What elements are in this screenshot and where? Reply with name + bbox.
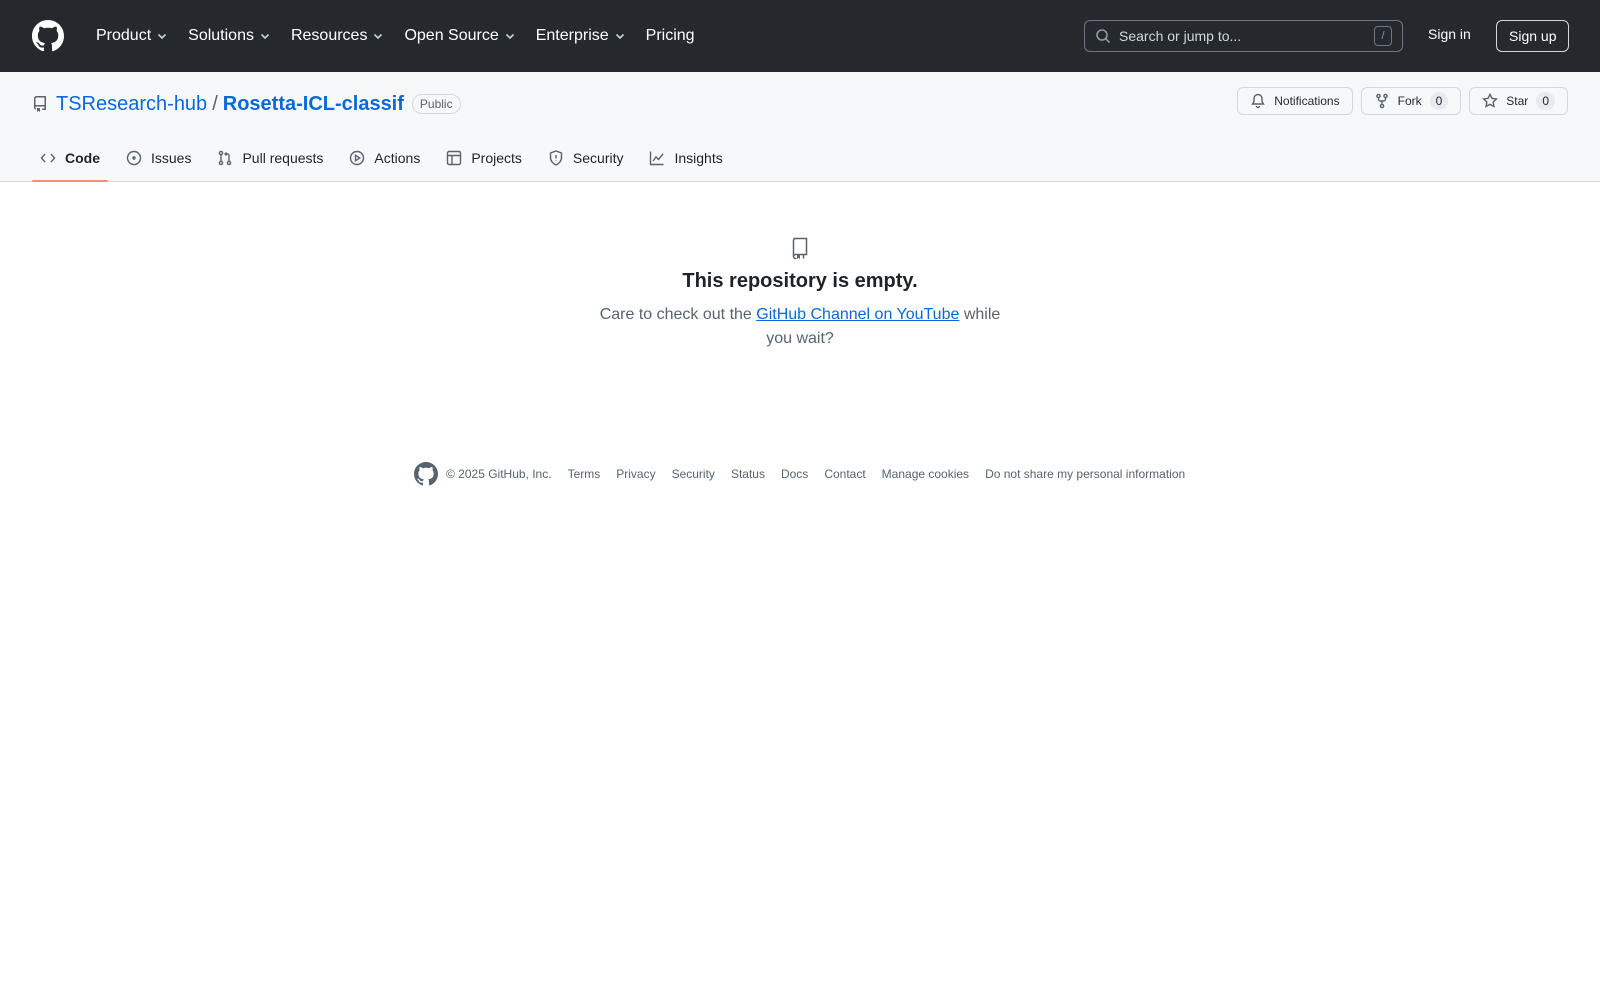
tab-code[interactable]: Code bbox=[32, 134, 108, 182]
repo-name-link[interactable]: Rosetta-ICL-classif bbox=[223, 93, 404, 116]
tab-pull-requests[interactable]: Pull requests bbox=[209, 134, 331, 182]
footer-link-contact[interactable]: Contact bbox=[824, 467, 865, 481]
repo-header: TSResearch-hub / Rosetta-ICL-classif Pub… bbox=[0, 72, 1600, 182]
footer-link-terms[interactable]: Terms bbox=[568, 467, 601, 481]
chevron-down-icon bbox=[372, 30, 384, 42]
empty-state: This repository is empty. Care to check … bbox=[0, 236, 1600, 351]
footer-link-status[interactable]: Status bbox=[731, 467, 765, 481]
repo-tabs: Code Issues Pull requests Actions Projec… bbox=[32, 134, 741, 182]
footer-link-do-not-share[interactable]: Do not share my personal information bbox=[985, 467, 1185, 481]
repo-icon bbox=[788, 236, 812, 260]
fork-button[interactable]: Fork 0 bbox=[1360, 87, 1462, 115]
search-shortcut-key: / bbox=[1374, 26, 1392, 46]
path-separator: / bbox=[212, 92, 218, 115]
table-icon bbox=[446, 150, 462, 166]
tab-label: Code bbox=[65, 150, 100, 166]
tab-label: Projects bbox=[471, 150, 522, 166]
star-icon bbox=[1482, 93, 1499, 109]
footer-link-manage-cookies[interactable]: Manage cookies bbox=[882, 467, 969, 481]
star-label: Star bbox=[1506, 94, 1529, 108]
nav-label: Solutions bbox=[188, 27, 254, 44]
repo-actions: Notifications Fork 0 Star 0 bbox=[1237, 87, 1568, 115]
graph-icon bbox=[649, 150, 665, 166]
nav-solutions[interactable]: Solutions bbox=[178, 16, 281, 56]
notifications-label: Notifications bbox=[1274, 94, 1340, 108]
youtube-channel-link[interactable]: GitHub Channel on YouTube bbox=[756, 306, 959, 323]
bell-icon bbox=[1250, 93, 1266, 109]
empty-text-before: Care to check out the bbox=[599, 306, 757, 323]
notifications-button[interactable]: Notifications bbox=[1237, 87, 1353, 115]
chevron-down-icon bbox=[156, 30, 168, 42]
tab-actions[interactable]: Actions bbox=[341, 134, 428, 182]
tab-security[interactable]: Security bbox=[540, 134, 632, 182]
visibility-badge: Public bbox=[411, 94, 461, 114]
code-icon bbox=[40, 150, 56, 166]
nav-label: Pricing bbox=[645, 27, 695, 44]
issue-icon bbox=[126, 150, 142, 166]
star-count: 0 bbox=[1536, 92, 1555, 110]
sign-up-button[interactable]: Sign up bbox=[1496, 20, 1570, 52]
nav-open-source[interactable]: Open Source bbox=[394, 16, 525, 56]
search-icon bbox=[1095, 28, 1111, 44]
github-mark-icon[interactable] bbox=[414, 462, 438, 486]
repo-icon bbox=[32, 96, 48, 112]
footer-link-privacy[interactable]: Privacy bbox=[616, 467, 655, 481]
copyright: © 2025 GitHub, Inc. bbox=[446, 467, 552, 481]
tab-label: Issues bbox=[151, 150, 192, 166]
fork-count: 0 bbox=[1429, 92, 1449, 110]
nav-product[interactable]: Product bbox=[86, 16, 178, 56]
pull-request-icon bbox=[217, 150, 233, 166]
tab-issues[interactable]: Issues bbox=[118, 134, 199, 182]
footer-link-docs[interactable]: Docs bbox=[781, 467, 808, 481]
search-input[interactable]: Search or jump to... / bbox=[1084, 20, 1403, 52]
shield-icon bbox=[548, 150, 564, 166]
fork-label: Fork bbox=[1397, 94, 1422, 108]
nav-label: Resources bbox=[290, 27, 368, 44]
nav-resources[interactable]: Resources bbox=[281, 16, 394, 56]
repo-title: TSResearch-hub / Rosetta-ICL-classif Pub… bbox=[32, 92, 461, 116]
empty-message: Care to check out the GitHub Channel on … bbox=[595, 303, 1005, 351]
fork-icon bbox=[1374, 93, 1390, 109]
tab-projects[interactable]: Projects bbox=[438, 134, 530, 182]
search-placeholder: Search or jump to... bbox=[1119, 28, 1242, 44]
play-icon bbox=[349, 150, 365, 166]
nav-enterprise[interactable]: Enterprise bbox=[526, 16, 636, 56]
nav-label: Open Source bbox=[404, 27, 499, 44]
repo-owner-link[interactable]: TSResearch-hub bbox=[56, 93, 207, 116]
github-mark-icon[interactable] bbox=[32, 20, 64, 52]
sign-in-link[interactable]: Sign in bbox=[1428, 26, 1471, 42]
tab-label: Actions bbox=[374, 150, 421, 166]
chevron-down-icon bbox=[259, 30, 271, 42]
chevron-down-icon bbox=[614, 30, 626, 42]
global-header: Product Solutions Resources Open Source … bbox=[0, 0, 1600, 72]
nav-label: Enterprise bbox=[535, 27, 609, 44]
nav-label: Product bbox=[96, 27, 152, 44]
tab-label: Pull requests bbox=[242, 150, 324, 166]
footer-link-security[interactable]: Security bbox=[672, 467, 715, 481]
tab-label: Insights bbox=[674, 150, 723, 166]
main-nav: Product Solutions Resources Open Source … bbox=[86, 16, 705, 56]
footer: © 2025 GitHub, Inc. Terms Privacy Securi… bbox=[414, 462, 1201, 486]
star-button[interactable]: Star 0 bbox=[1469, 87, 1568, 115]
chevron-down-icon bbox=[504, 30, 516, 42]
empty-title: This repository is empty. bbox=[682, 270, 918, 292]
nav-pricing[interactable]: Pricing bbox=[636, 16, 705, 56]
tab-label: Security bbox=[572, 150, 624, 166]
tab-insights[interactable]: Insights bbox=[641, 134, 730, 182]
